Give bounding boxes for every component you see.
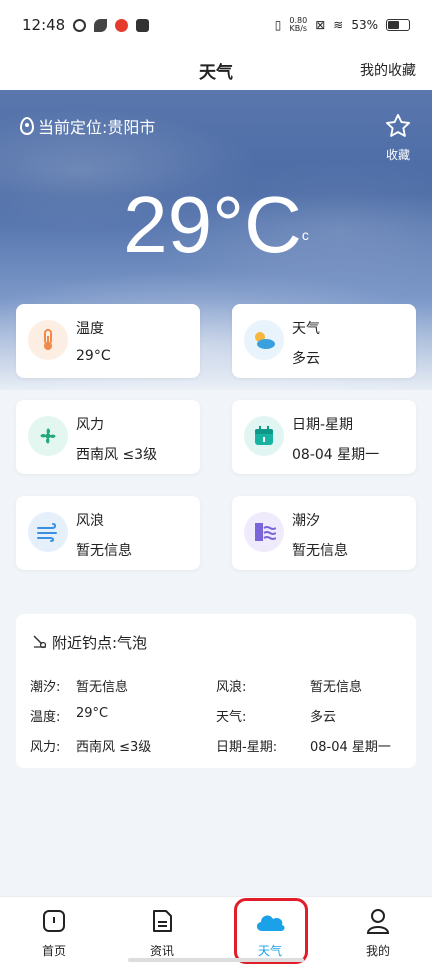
favorite-label: 收藏 — [385, 148, 410, 162]
card-date: 日期-星期 08-04 星期一 — [232, 400, 416, 474]
card-label: 风浪 — [76, 513, 104, 529]
row-key: 风力: — [30, 740, 61, 755]
row-key: 温度: — [30, 710, 61, 725]
battery-percent: 53% — [351, 18, 378, 32]
card-label: 风力 — [76, 417, 104, 433]
temperature-unit-small: c — [301, 227, 309, 243]
tab-label: 我的 — [365, 944, 390, 958]
nearby-title: 附近钓点:气泡 — [52, 634, 148, 652]
wind-wave-icon — [28, 512, 68, 552]
tab-label: 首页 — [41, 944, 66, 958]
sync-icon — [73, 18, 87, 32]
status-bar: 12:48 ▯ 0.80 KB/s ⊠ ≋ 53% — [0, 0, 432, 50]
card-value: 暂无信息 — [76, 543, 132, 559]
card-label: 天气 — [292, 321, 320, 337]
home-icon — [0, 907, 108, 938]
row-value: 多云 — [310, 710, 337, 725]
nearby-header: 附近钓点:气泡 — [32, 632, 147, 653]
thermometer-icon — [28, 320, 68, 360]
tab-home[interactable]: 首页 — [0, 897, 108, 964]
row-key: 潮汐: — [30, 680, 61, 695]
location-pin-icon — [20, 117, 34, 135]
calendar-icon — [244, 416, 284, 456]
pinwheel-icon — [94, 18, 108, 32]
row-value: 暂无信息 — [310, 680, 363, 695]
status-left: 12:48 — [22, 16, 150, 34]
card-weather: 天气 多云 — [232, 304, 416, 378]
fan-icon — [28, 416, 68, 456]
my-favorites-link[interactable]: 我的收藏 — [360, 60, 416, 80]
card-value: 暂无信息 — [292, 543, 348, 559]
tab-mine[interactable]: 我的 — [324, 897, 432, 964]
big-temperature: 29°Cc — [0, 180, 432, 270]
favorite-button[interactable]: 收藏 — [382, 112, 414, 163]
tide-icon — [244, 512, 284, 552]
partly-cloudy-icon — [244, 320, 284, 360]
row-key: 风浪: — [216, 680, 247, 695]
row-value: 西南风 ≤3级 — [76, 740, 152, 755]
card-wind-wave: 风浪 暂无信息 — [16, 496, 200, 570]
tab-label: 资讯 — [149, 944, 174, 958]
big-temperature-value: 29°C — [123, 180, 302, 269]
row-key: 天气: — [216, 710, 247, 725]
current-location: 当前定位:贵阳市 — [20, 114, 155, 138]
card-value: 多云 — [292, 351, 320, 367]
card-value: 西南风 ≤3级 — [76, 447, 158, 463]
status-right: ▯ 0.80 KB/s ⊠ ≋ 53% — [275, 17, 410, 33]
mail-icon — [136, 18, 150, 32]
star-icon — [382, 112, 414, 140]
weibo-icon — [115, 18, 129, 32]
card-temperature: 温度 29°C — [16, 304, 200, 378]
tab-news[interactable]: 资讯 — [108, 897, 216, 964]
row-key: 日期-星期: — [216, 740, 278, 755]
card-label: 温度 — [76, 321, 104, 337]
wifi-icon: ≋ — [333, 18, 344, 32]
fishing-rod-icon — [32, 633, 48, 653]
card-wind: 风力 西南风 ≤3级 — [16, 400, 200, 474]
net-speed-unit: KB/s — [289, 24, 308, 33]
card-label: 潮汐 — [292, 513, 320, 529]
row-value: 29°C — [76, 706, 109, 721]
active-tab-highlight — [234, 898, 308, 964]
battery-icon — [386, 19, 410, 31]
row-value: 暂无信息 — [76, 680, 129, 695]
system-nav-bar — [128, 958, 304, 962]
document-icon — [108, 907, 216, 938]
card-label: 日期-星期 — [292, 417, 354, 433]
no-sim-icon: ⊠ — [315, 18, 326, 32]
user-icon — [324, 907, 432, 938]
nearby-fishing-spot-panel: 附近钓点:气泡 潮汐: 暂无信息 风浪: 暂无信息 温度: 29°C 天气: 多… — [16, 614, 416, 768]
vibrate-icon: ▯ — [274, 18, 282, 32]
row-value: 08-04 星期一 — [310, 740, 391, 755]
bottom-tab-bar: 首页 资讯 天气 我的 — [0, 896, 432, 964]
card-value: 08-04 星期一 — [292, 447, 380, 463]
net-speed: 0.80 KB/s — [289, 17, 307, 33]
card-tide: 潮汐 暂无信息 — [232, 496, 416, 570]
location-text: 当前定位:贵阳市 — [38, 118, 156, 137]
status-time: 12:48 — [22, 16, 66, 34]
page-title: 天气 — [199, 62, 233, 83]
top-bar: 天气 我的收藏 — [0, 50, 432, 90]
card-value: 29°C — [76, 348, 111, 364]
